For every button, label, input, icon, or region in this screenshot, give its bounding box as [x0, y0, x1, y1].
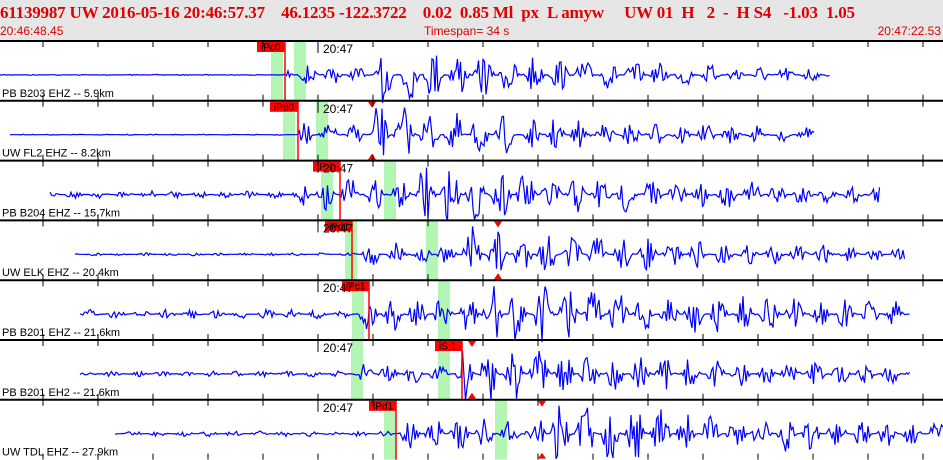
waveform-trace [74, 226, 906, 272]
waveform-trace [79, 350, 910, 401]
pick-label: iPd1 [373, 401, 393, 412]
timespan-label: Timespan= 34 s [424, 24, 510, 38]
time-label: 20:47 [323, 341, 353, 355]
waveform-trace [79, 286, 910, 343]
station-label: PB B204 EHZ -- 15.7km [2, 207, 120, 219]
station-label: UW FL2 EHZ -- 8.2km [2, 148, 111, 160]
station-label: UW TDL EHZ -- 27.9km [2, 447, 118, 459]
time-label: 20:47 [323, 401, 353, 415]
station-label: UW ELK EHZ -- 20.4km [2, 267, 119, 279]
time-label: 20:47 [323, 162, 353, 176]
seismogram-panel[interactable]: iPc120:47PB B201 EHZ -- 21.6km [0, 279, 943, 343]
station-label: PB B201 EH2 -- 21.6km [2, 387, 119, 399]
start-time: 20:46:48.45 [0, 24, 64, 38]
waveform-trace [114, 405, 943, 459]
event-summary: 61139987 UW 2016-05-16 20:46:57.37 46.12… [0, 3, 855, 22]
amplitude-marker-icon [494, 273, 502, 280]
time-label: 20:47 [323, 102, 353, 116]
amplitude-marker-icon [538, 452, 546, 459]
amplitude-marker-icon [368, 101, 376, 108]
time-window [294, 41, 306, 101]
time-label: 20:47 [323, 221, 353, 235]
seismogram-panels[interactable]: iPc0 20:47 PB B203 EHZ -- 5.9km iPd0 20:47 UW… [0, 40, 943, 460]
seismogram-panel[interactable]: iPd1 20:47 UW TDL EHZ -- 27.9km [0, 398, 943, 460]
amplitude-marker-icon [538, 400, 546, 407]
station-label: PB B201 EHZ -- 21.6km [2, 327, 120, 339]
seismogram-panel[interactable]: iP 120:47PB B204 EHZ -- 15.7km [0, 159, 943, 221]
station-label: PB B203 EHZ -- 5.9km [2, 88, 114, 100]
event-header: 61139987 UW 2016-05-16 20:46:57.37 46.12… [0, 0, 943, 40]
amplitude-marker-icon [468, 392, 476, 399]
pick-label: iPd0 [274, 102, 294, 113]
time-window [426, 220, 438, 281]
seismogram-panel[interactable]: iPd120:47UW ELK EHZ -- 20.4km [0, 219, 943, 281]
seismogram-panel[interactable]: iS 1 20:47 PB B201 EH2 -- 21.6km [0, 339, 943, 401]
waveform-trace [9, 107, 815, 156]
time-label: 20:47 [323, 281, 353, 295]
seismogram-panel[interactable]: iPd0 20:47 UW FL2 EHZ -- 8.2km [0, 99, 943, 161]
pick-label: iS 1 [439, 342, 457, 353]
amplitude-marker-icon [368, 153, 376, 160]
time-label: 20:47 [323, 42, 353, 56]
pick-label: iPc0 [261, 43, 281, 54]
amplitude-marker-icon [468, 341, 476, 347]
waveform-trace [0, 55, 830, 103]
seismogram-panel[interactable]: iPc0 20:47 PB B203 EHZ -- 5.9km [0, 40, 943, 103]
amplitude-marker-icon [494, 221, 502, 228]
waveform-trace [49, 167, 881, 221]
end-time: 20:47:22.53 [877, 24, 941, 38]
